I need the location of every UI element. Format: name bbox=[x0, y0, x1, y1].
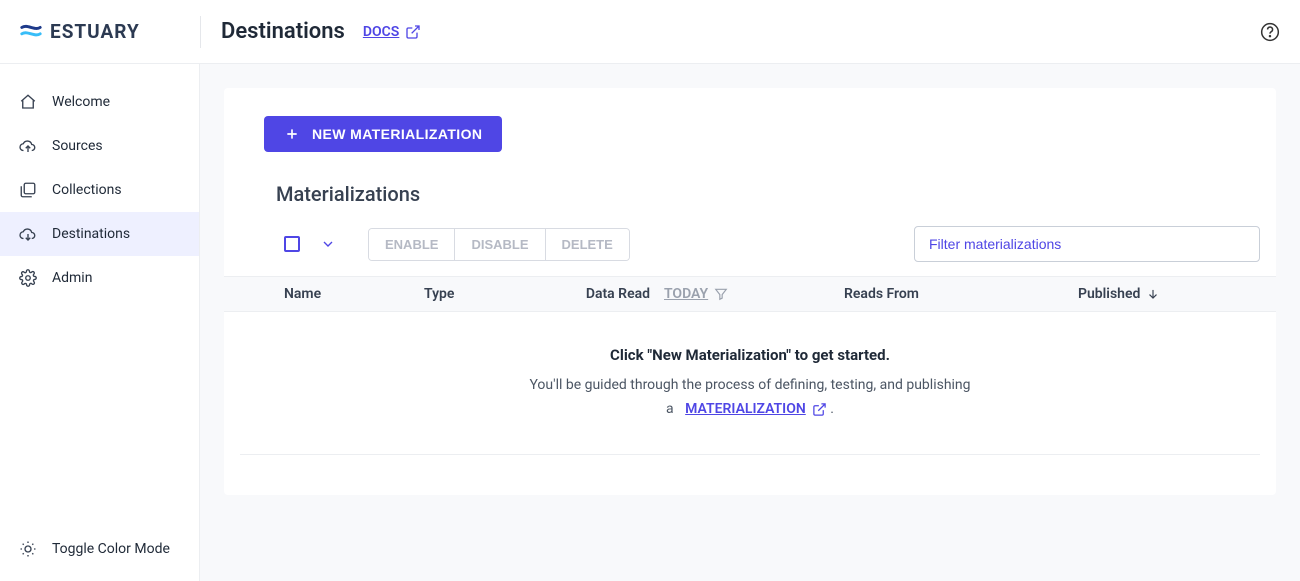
docs-link-label: DOCS bbox=[363, 24, 399, 40]
question-circle-icon bbox=[1260, 22, 1280, 42]
materialization-link[interactable]: MATERIALIZATION bbox=[685, 398, 827, 422]
sidebar-item-label: Welcome bbox=[52, 94, 110, 110]
col-type[interactable]: Type bbox=[424, 286, 556, 302]
empty-line: You'll be guided through the process of … bbox=[529, 377, 970, 393]
filter-icon bbox=[714, 287, 728, 301]
section-title: Materializations bbox=[276, 182, 1276, 206]
empty-subtitle: You'll be guided through the process of … bbox=[260, 374, 1240, 422]
external-link-icon bbox=[405, 24, 421, 40]
sidebar: Welcome Sources Collections Destinations bbox=[0, 64, 200, 581]
new-materialization-button[interactable]: NEW MATERIALIZATION bbox=[264, 116, 502, 152]
sidebar-item-destinations[interactable]: Destinations bbox=[0, 212, 199, 256]
col-today-label: TODAY bbox=[664, 286, 708, 302]
sidebar-item-toggle-color[interactable]: Toggle Color Mode bbox=[0, 527, 199, 571]
col-published[interactable]: Published bbox=[1078, 286, 1160, 302]
table-header-row: Name Type Data Read TODAY Reads From Pub… bbox=[224, 276, 1276, 312]
chevron-down-icon bbox=[320, 236, 336, 252]
col-data-read[interactable]: Data Read bbox=[556, 286, 664, 302]
plus-icon bbox=[284, 126, 300, 142]
bulk-action-group: ENABLE DISABLE DELETE bbox=[368, 228, 630, 261]
empty-prefix: a bbox=[666, 401, 674, 417]
empty-suffix: . bbox=[830, 401, 834, 417]
brand-name: ESTUARY bbox=[50, 20, 140, 43]
sidebar-item-label: Admin bbox=[52, 270, 92, 286]
home-icon bbox=[18, 92, 38, 112]
brand-logo[interactable]: ESTUARY bbox=[20, 20, 200, 43]
delete-button[interactable]: DELETE bbox=[546, 229, 629, 260]
help-button[interactable] bbox=[1260, 22, 1280, 42]
app-header: ESTUARY Destinations DOCS bbox=[0, 0, 1300, 64]
sidebar-item-collections[interactable]: Collections bbox=[0, 168, 199, 212]
sidebar-item-welcome[interactable]: Welcome bbox=[0, 80, 199, 124]
docs-link[interactable]: DOCS bbox=[363, 24, 421, 40]
external-link-icon bbox=[812, 402, 827, 417]
col-name[interactable]: Name bbox=[284, 286, 424, 302]
estuary-logo-icon bbox=[20, 21, 42, 43]
col-published-label: Published bbox=[1078, 286, 1140, 302]
sidebar-item-label: Destinations bbox=[52, 226, 130, 242]
filter-input[interactable] bbox=[914, 226, 1260, 262]
sun-icon bbox=[18, 539, 38, 559]
new-materialization-label: NEW MATERIALIZATION bbox=[312, 126, 482, 142]
sidebar-item-admin[interactable]: Admin bbox=[0, 256, 199, 300]
sidebar-item-sources[interactable]: Sources bbox=[0, 124, 199, 168]
main-content: NEW MATERIALIZATION Materializations ENA… bbox=[200, 64, 1300, 581]
materializations-panel: NEW MATERIALIZATION Materializations ENA… bbox=[224, 88, 1276, 495]
sidebar-item-label: Sources bbox=[52, 138, 103, 154]
empty-title: Click "New Materialization" to get start… bbox=[260, 346, 1240, 364]
gear-icon bbox=[18, 268, 38, 288]
disable-button[interactable]: DISABLE bbox=[455, 229, 545, 260]
select-menu-button[interactable] bbox=[316, 232, 340, 256]
collections-icon bbox=[18, 180, 38, 200]
select-all-checkbox[interactable] bbox=[284, 236, 300, 252]
arrow-down-icon bbox=[1146, 287, 1160, 301]
header-divider bbox=[200, 16, 201, 48]
cloud-upload-icon bbox=[18, 136, 38, 156]
enable-button[interactable]: ENABLE bbox=[369, 229, 455, 260]
table-toolbar: ENABLE DISABLE DELETE bbox=[224, 226, 1276, 276]
empty-state: Click "New Materialization" to get start… bbox=[240, 312, 1260, 455]
col-today[interactable]: TODAY bbox=[664, 286, 844, 302]
sidebar-item-label: Collections bbox=[52, 182, 122, 198]
sidebar-item-label: Toggle Color Mode bbox=[52, 541, 170, 557]
page-title: Destinations bbox=[221, 19, 345, 44]
col-reads-from[interactable]: Reads From bbox=[844, 286, 1078, 302]
cloud-download-icon bbox=[18, 224, 38, 244]
materialization-link-label: MATERIALIZATION bbox=[685, 398, 806, 422]
